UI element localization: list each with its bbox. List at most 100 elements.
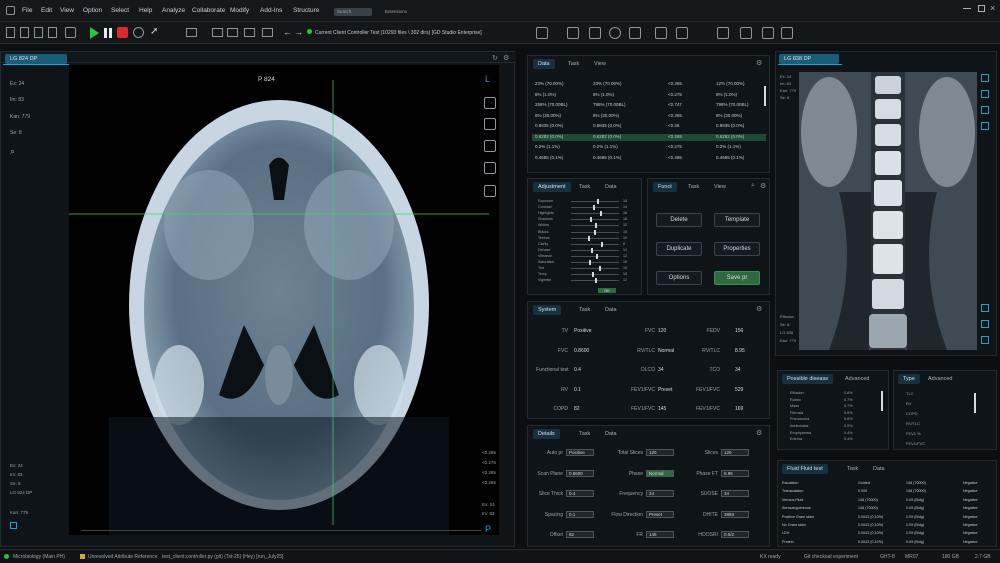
minimize-icon[interactable] <box>963 8 971 9</box>
menu-select[interactable]: Select <box>111 7 129 14</box>
run-icon[interactable] <box>90 27 99 39</box>
layout-icon[interactable] <box>186 28 197 37</box>
tab-task[interactable]: Task <box>688 184 699 190</box>
menu-analyze[interactable]: Analyze <box>162 7 185 14</box>
slider-track[interactable] <box>571 213 619 215</box>
detail-value[interactable]: 120 <box>721 449 749 456</box>
import-icon[interactable] <box>536 27 548 39</box>
image-icon[interactable] <box>629 27 641 39</box>
menu-option[interactable]: Option <box>83 7 102 14</box>
tab-data[interactable]: Data <box>605 307 617 313</box>
type-item[interactable]: TLC <box>906 391 914 396</box>
slider-handle[interactable] <box>595 278 597 284</box>
menu-collaborate[interactable]: Collaborate <box>192 7 225 14</box>
menu-file[interactable]: File <box>22 7 32 14</box>
record-icon[interactable] <box>133 27 144 38</box>
shield-icon[interactable] <box>484 140 496 152</box>
slider-handle[interactable] <box>600 241 603 247</box>
viewer-tab[interactable]: LG 824 DP <box>5 54 67 64</box>
slider-handle[interactable] <box>590 217 593 223</box>
tab-advanced[interactable]: Advanced <box>928 376 952 382</box>
tab-details[interactable]: Details <box>533 429 560 439</box>
duplicate-button[interactable]: Duplicate <box>656 242 702 256</box>
search-icon[interactable]: ⌕ <box>10 146 15 157</box>
detail-value[interactable]: 0.8600 <box>566 469 594 477</box>
settings-icon[interactable]: ⚙ <box>756 429 762 437</box>
detail-value[interactable]: Positive <box>566 449 594 456</box>
trash-icon[interactable] <box>762 27 774 39</box>
detail-value[interactable]: 0.1 <box>566 510 594 518</box>
document-icon[interactable] <box>20 27 29 38</box>
rotate-icon[interactable] <box>484 162 496 174</box>
slider-handle[interactable] <box>589 260 592 265</box>
tab-task[interactable]: Task <box>579 184 590 190</box>
pause-icon[interactable] <box>104 28 107 38</box>
tab-funct[interactable]: Funct <box>653 182 677 192</box>
split-icon[interactable] <box>244 28 255 37</box>
slider-track[interactable] <box>571 207 619 209</box>
slider-handle[interactable] <box>595 253 598 259</box>
forward-arrow-icon[interactable]: → <box>294 27 303 37</box>
detail-value[interactable]: 3893 <box>721 510 749 518</box>
extensions-link[interactable]: Extensions <box>385 9 407 14</box>
back-arrow-icon[interactable]: ← <box>283 27 292 37</box>
menu-modify[interactable]: Modify <box>230 7 249 14</box>
settings-icon[interactable]: ⚙ <box>756 59 762 67</box>
close-icon[interactable]: × <box>990 3 995 13</box>
home-icon[interactable] <box>717 27 729 39</box>
slider-track[interactable] <box>571 262 619 263</box>
stop-icon[interactable] <box>117 27 128 38</box>
detail-value[interactable]: 82 <box>566 531 594 538</box>
tab-possible-disease[interactable]: Possible disease <box>782 374 834 384</box>
slider-track[interactable] <box>571 219 619 221</box>
scrollbar[interactable] <box>881 391 883 411</box>
maximize-icon[interactable] <box>978 5 985 12</box>
menu-structure[interactable]: Structure <box>293 7 319 14</box>
options-button[interactable]: Options <box>656 271 702 285</box>
target-icon[interactable] <box>609 27 621 39</box>
slider-track[interactable] <box>571 274 619 276</box>
slider-track[interactable] <box>571 268 619 270</box>
settings-icon[interactable]: ⚙ <box>760 182 766 190</box>
menu-view[interactable]: View <box>60 7 74 14</box>
tab-task[interactable]: Task <box>579 307 590 313</box>
tab-fluid-test[interactable]: Fluid Fluid test <box>782 464 828 474</box>
folder-icon[interactable] <box>740 27 752 39</box>
status-branch[interactable]: Microbiology (Main PH) <box>13 554 65 560</box>
spine-tool-3-icon[interactable] <box>981 106 989 114</box>
tab-view[interactable]: View <box>714 184 726 190</box>
tab-type[interactable]: Type <box>898 374 920 384</box>
scrollbar[interactable] <box>974 393 976 413</box>
spine-tool-7-icon[interactable] <box>981 336 989 344</box>
delete-icon[interactable] <box>781 27 793 39</box>
shape-icon[interactable] <box>567 27 579 39</box>
search-input[interactable]: Search <box>334 8 372 16</box>
tab-data[interactable]: Data <box>605 184 617 190</box>
cursor-icon[interactable]: ➚ <box>150 26 158 37</box>
slider-track[interactable] <box>571 249 619 251</box>
project-path[interactable]: Current Client Controller Test (10293 fi… <box>315 30 482 36</box>
settings-icon[interactable]: ⚙ <box>756 305 762 313</box>
tab-data[interactable]: Data <box>605 431 617 437</box>
type-item[interactable]: FEV1 % <box>906 431 921 436</box>
spine-tool-1-icon[interactable] <box>981 74 989 82</box>
detail-value[interactable]: 24 <box>646 490 674 497</box>
window-icon[interactable] <box>262 28 273 37</box>
pointer-icon[interactable] <box>484 118 496 130</box>
scrollbar[interactable] <box>764 86 766 106</box>
detail-value[interactable]: Normal <box>646 469 674 477</box>
panel-icon[interactable] <box>227 28 238 37</box>
spine-tool-2-icon[interactable] <box>981 90 989 98</box>
grid-icon[interactable] <box>212 28 223 37</box>
tag-icon[interactable] <box>589 27 601 39</box>
slider-handle[interactable] <box>599 211 602 217</box>
settings-icon[interactable]: ⚙ <box>503 54 509 62</box>
slider-handle[interactable] <box>592 272 595 278</box>
slider-handle[interactable] <box>595 223 597 229</box>
type-item[interactable]: COPD <box>906 411 918 416</box>
app-logo[interactable] <box>6 6 15 15</box>
ok-button[interactable]: OK <box>598 288 616 293</box>
tab-adjustment[interactable]: Adjustment <box>533 182 571 192</box>
slider-handle[interactable] <box>591 247 594 253</box>
tab-data[interactable]: Data <box>533 59 555 69</box>
